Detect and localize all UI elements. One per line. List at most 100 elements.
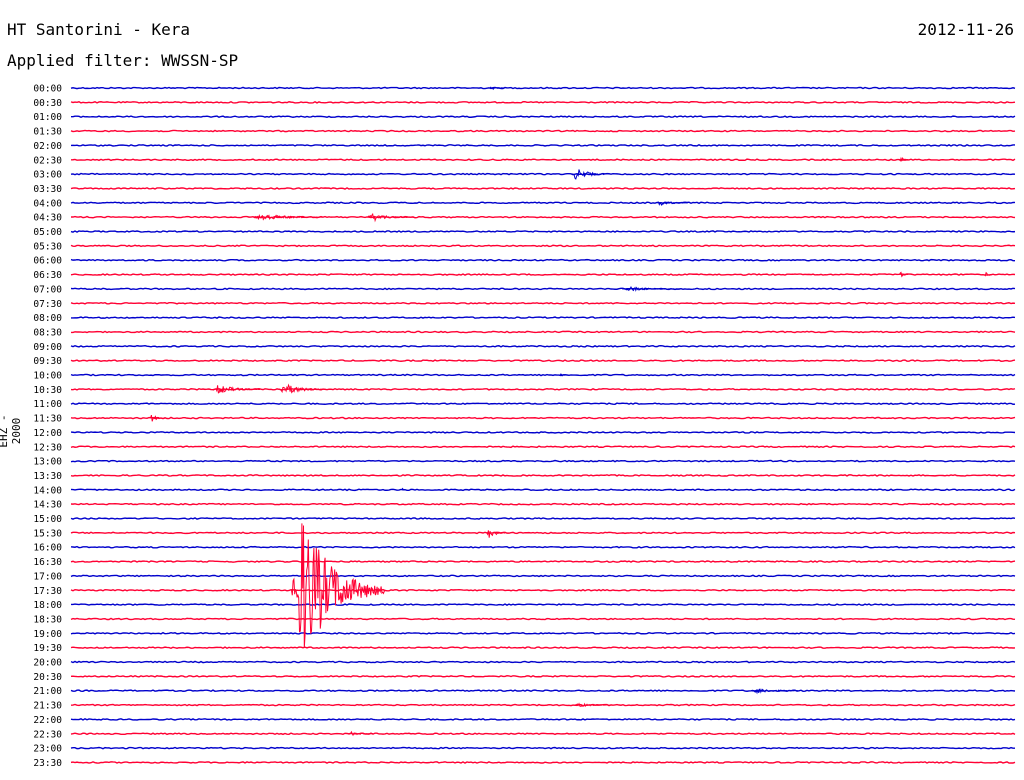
time-tick-label: 23:30 (33, 758, 62, 769)
seismic-event (401, 487, 405, 491)
trace-line (70, 230, 1016, 233)
time-tick-label: 07:30 (33, 299, 62, 310)
trace-line (70, 689, 1016, 693)
time-tick-label: 20:00 (33, 658, 62, 669)
time-tick-label: 01:00 (33, 112, 62, 123)
trace-line (70, 273, 1016, 276)
time-tick-label: 07:00 (33, 284, 62, 295)
time-tick-label: 18:30 (33, 614, 62, 625)
time-tick-label: 06:00 (33, 256, 62, 267)
trace-line (70, 402, 1016, 406)
time-tick-label: 08:00 (33, 313, 62, 324)
time-tick-label: 14:30 (33, 500, 62, 511)
trace-line (70, 560, 1016, 563)
trace-line (70, 631, 1016, 635)
seismic-event (366, 212, 415, 223)
time-tick-label: 02:30 (33, 155, 62, 166)
time-tick-label: 15:30 (33, 528, 62, 539)
trace-line (70, 761, 1016, 764)
time-tick-label: 04:30 (33, 213, 62, 224)
trace-line (70, 431, 1016, 434)
trace-line (70, 330, 1016, 334)
time-tick-label: 03:30 (33, 184, 62, 195)
trace-line (71, 316, 1016, 319)
trace-line (70, 100, 1016, 104)
trace-line (70, 646, 1016, 650)
time-tick-label: 15:00 (33, 514, 62, 525)
trace-line (70, 574, 1016, 578)
time-tick-label: 19:30 (33, 643, 62, 654)
trace-line (70, 201, 1016, 205)
time-tick-label: 10:30 (33, 385, 62, 396)
trace-line (70, 488, 1016, 492)
time-tick-label: 05:30 (33, 241, 62, 252)
time-tick-label: 12:30 (33, 442, 62, 453)
time-tick-label: 00:30 (33, 98, 62, 109)
trace-line (70, 115, 1016, 119)
time-tick-label: 17:00 (33, 571, 62, 582)
trace-line (70, 215, 1016, 219)
time-tick-label: 11:00 (33, 399, 62, 410)
time-tick-label: 10:00 (33, 371, 62, 382)
time-tick-label: 20:30 (33, 672, 62, 683)
trace-line (70, 703, 1016, 707)
time-tick-label: 13:00 (33, 457, 62, 468)
trace-line (70, 244, 1016, 248)
time-tick-label: 05:00 (33, 227, 62, 238)
trace-line (70, 674, 1016, 678)
time-tick-label: 16:30 (33, 557, 62, 568)
seismic-event (751, 688, 799, 695)
time-tick-label: 04:00 (33, 198, 62, 209)
time-tick-label: 14:00 (33, 485, 62, 496)
trace-line (70, 144, 1015, 147)
time-tick-label: 03:00 (33, 170, 62, 181)
time-tick-label: 09:00 (33, 342, 62, 353)
time-tick-label: 09:30 (33, 356, 62, 367)
trace-line (70, 531, 1016, 535)
time-tick-label: 22:30 (33, 729, 62, 740)
trace-line (70, 344, 1016, 348)
time-tick-label: 19:00 (33, 629, 62, 640)
trace-line (70, 718, 1016, 721)
trace-line (70, 301, 1016, 305)
time-tick-label: 18:00 (33, 600, 62, 611)
trace-line (70, 603, 1016, 606)
seismic-event (212, 385, 261, 394)
seismic-event (149, 414, 166, 422)
time-tick-label: 21:30 (33, 701, 62, 712)
seismogram-plot: 00:00 00:30 01:00 01:30 02:00 02:30 03:00 03:30… (33, 84, 1016, 769)
trace-line (70, 502, 1016, 506)
time-tick-label: 12:00 (33, 428, 62, 439)
time-tick-label: 01:30 (33, 127, 62, 138)
time-tick-label: 16:00 (33, 543, 62, 554)
trace-line (70, 86, 1016, 90)
time-tick-label: 06:30 (33, 270, 62, 281)
trace-line (70, 287, 1016, 291)
time-tick-label: 13:30 (33, 471, 62, 482)
trace-line (70, 445, 1016, 449)
trace-line (70, 187, 1016, 190)
trace-line (70, 373, 1016, 377)
time-tick-label: 22:00 (33, 715, 62, 726)
time-tick-label: 23:00 (33, 744, 62, 755)
trace-line (70, 746, 1016, 750)
time-tick-label: 11:30 (33, 414, 62, 425)
trace-line (70, 617, 1016, 621)
trace-line (70, 416, 1016, 420)
seismic-event (291, 523, 387, 648)
trace-line (70, 158, 1016, 162)
trace-line (70, 660, 1016, 664)
time-tick-label: 00:00 (33, 84, 62, 95)
trace-line (70, 545, 1016, 549)
trace-line (70, 359, 1016, 362)
seismic-event (486, 530, 506, 538)
trace-line (70, 474, 1016, 477)
trace-line (70, 172, 1016, 176)
time-tick-label: 17:30 (33, 586, 62, 597)
trace-line (70, 732, 1016, 736)
trace-line (70, 258, 1016, 262)
trace-line (70, 129, 1016, 133)
time-tick-label: 21:00 (33, 686, 62, 697)
trace-line (70, 459, 1016, 463)
trace-line (70, 517, 1016, 520)
